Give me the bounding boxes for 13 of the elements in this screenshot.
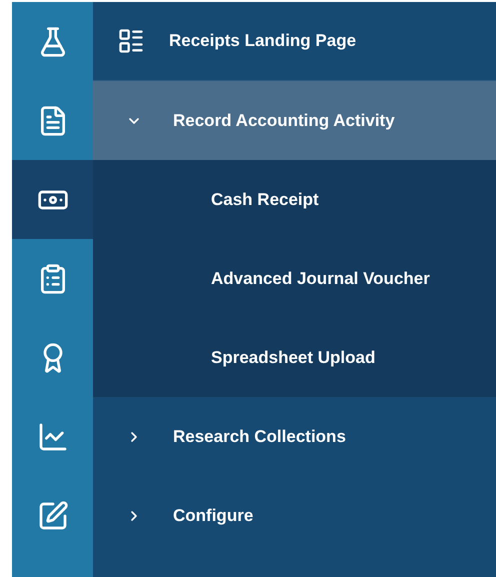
menu-label: Receipts Landing Page (169, 30, 356, 52)
chart-icon (36, 420, 68, 452)
menu-label: Record Accounting Activity (173, 110, 395, 132)
submenu-item[interactable]: Cash Receipt (93, 160, 496, 239)
menu-label: Research Collections (173, 426, 346, 448)
submenu-label: Cash Receipt (211, 188, 319, 211)
submenu-item[interactable]: Advanced Journal Voucher (93, 239, 496, 318)
menu-label: Configure (173, 504, 254, 527)
submenu-item[interactable]: Spreadsheet Upload (93, 318, 496, 397)
menu-group[interactable]: Record Accounting Activity (93, 81, 496, 160)
edit-icon (36, 500, 68, 532)
submenu-label: Spreadsheet Upload (211, 346, 376, 369)
submenu-label: Advanced Journal Voucher (211, 268, 430, 290)
